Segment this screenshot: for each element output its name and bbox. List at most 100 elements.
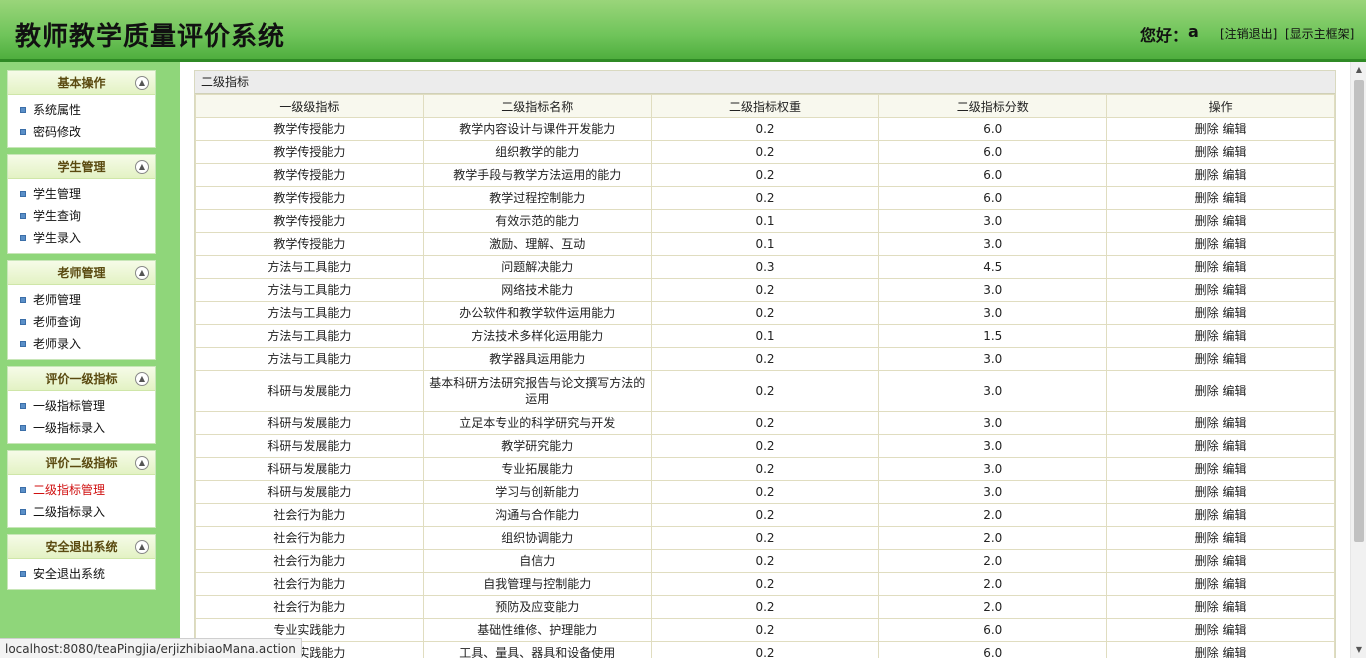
collapse-up-icon[interactable]: ▲ xyxy=(135,372,149,386)
delete-link[interactable]: 删除 xyxy=(1195,508,1219,522)
delete-link[interactable]: 删除 xyxy=(1195,260,1219,274)
edit-link[interactable]: 编辑 xyxy=(1223,485,1247,499)
cell-actions: 删除 编辑 xyxy=(1106,209,1335,233)
edit-link[interactable]: 编辑 xyxy=(1223,214,1247,228)
main-content: 二级指标 一级级指标 二级指标名称 二级指标权重 二级指标分数 操作 教学传授能… xyxy=(180,62,1350,658)
edit-link[interactable]: 编辑 xyxy=(1223,122,1247,136)
sidebar-item-teacher-manage[interactable]: 老师管理 xyxy=(8,289,155,311)
cell-score: 3.0 xyxy=(878,434,1108,458)
collapse-up-icon[interactable]: ▲ xyxy=(135,540,149,554)
edit-link[interactable]: 编辑 xyxy=(1223,577,1247,591)
delete-link[interactable]: 删除 xyxy=(1195,306,1219,320)
edit-link[interactable]: 编辑 xyxy=(1223,283,1247,297)
collapse-up-icon[interactable]: ▲ xyxy=(135,76,149,90)
sidebar-item-label: 二级指标管理 xyxy=(33,483,106,497)
edit-link[interactable]: 编辑 xyxy=(1223,168,1247,182)
edit-link[interactable]: 编辑 xyxy=(1223,462,1247,476)
sidebar-item-label: 学生录入 xyxy=(33,231,82,245)
panel-safe-exit: 安全退出系统 ▲ 安全退出系统 xyxy=(7,534,156,590)
delete-link[interactable]: 删除 xyxy=(1195,191,1219,205)
edit-link[interactable]: 编辑 xyxy=(1223,145,1247,159)
delete-link[interactable]: 删除 xyxy=(1195,485,1219,499)
panel-title: 评价一级指标 xyxy=(45,372,118,386)
sidebar-item-change-password[interactable]: 密码修改 xyxy=(8,121,155,143)
delete-link[interactable]: 删除 xyxy=(1195,214,1219,228)
edit-link[interactable]: 编辑 xyxy=(1223,237,1247,251)
sidebar-item-teacher-query[interactable]: 老师查询 xyxy=(8,311,155,333)
scrollbar-thumb[interactable] xyxy=(1354,80,1364,542)
delete-link[interactable]: 删除 xyxy=(1195,439,1219,453)
panel-header[interactable]: 基本操作 ▲ xyxy=(8,71,155,95)
edit-link[interactable]: 编辑 xyxy=(1223,508,1247,522)
sidebar-item-student-entry[interactable]: 学生录入 xyxy=(8,227,155,249)
edit-link[interactable]: 编辑 xyxy=(1223,306,1247,320)
panel-header[interactable]: 安全退出系统 ▲ xyxy=(8,535,155,559)
edit-link[interactable]: 编辑 xyxy=(1223,352,1247,366)
sidebar-item-level1-manage[interactable]: 一级指标管理 xyxy=(8,395,155,417)
column-header: 二级指标权重 xyxy=(650,94,880,118)
edit-link[interactable]: 编辑 xyxy=(1223,329,1247,343)
delete-link[interactable]: 删除 xyxy=(1195,416,1219,430)
delete-link[interactable]: 删除 xyxy=(1195,554,1219,568)
collapse-up-icon[interactable]: ▲ xyxy=(135,266,149,280)
delete-link[interactable]: 删除 xyxy=(1195,352,1219,366)
collapse-up-icon[interactable]: ▲ xyxy=(135,160,149,174)
panel-header[interactable]: 评价二级指标 ▲ xyxy=(8,451,155,475)
table-row: 社会行为能力 沟通与合作能力 0.2 2.0 删除 编辑 xyxy=(195,503,1335,527)
edit-link[interactable]: 编辑 xyxy=(1223,384,1247,398)
delete-link[interactable]: 删除 xyxy=(1195,646,1219,658)
edit-link[interactable]: 编辑 xyxy=(1223,416,1247,430)
edit-link[interactable]: 编辑 xyxy=(1223,439,1247,453)
cell-score: 3.0 xyxy=(878,411,1108,435)
delete-link[interactable]: 删除 xyxy=(1195,531,1219,545)
delete-link[interactable]: 删除 xyxy=(1195,122,1219,136)
delete-link[interactable]: 删除 xyxy=(1195,384,1219,398)
scroll-up-icon[interactable]: ▲ xyxy=(1351,62,1366,78)
edit-link[interactable]: 编辑 xyxy=(1223,600,1247,614)
delete-link[interactable]: 删除 xyxy=(1195,577,1219,591)
sidebar-item-system-properties[interactable]: 系统属性 xyxy=(8,99,155,121)
bullet-icon xyxy=(20,235,26,241)
edit-link[interactable]: 编辑 xyxy=(1223,623,1247,637)
sidebar-item-safe-exit[interactable]: 安全退出系统 xyxy=(8,563,155,585)
edit-link[interactable]: 编辑 xyxy=(1223,554,1247,568)
sidebar-item-student-query[interactable]: 学生查询 xyxy=(8,205,155,227)
collapse-up-icon[interactable]: ▲ xyxy=(135,456,149,470)
panel-header[interactable]: 评价一级指标 ▲ xyxy=(8,367,155,391)
sidebar-item-level2-manage[interactable]: 二级指标管理 xyxy=(8,479,155,501)
delete-link[interactable]: 删除 xyxy=(1195,168,1219,182)
delete-link[interactable]: 删除 xyxy=(1195,623,1219,637)
edit-link[interactable]: 编辑 xyxy=(1223,260,1247,274)
sidebar-item-level2-entry[interactable]: 二级指标录入 xyxy=(8,501,155,523)
edit-link[interactable]: 编辑 xyxy=(1223,191,1247,205)
sidebar-item-student-manage[interactable]: 学生管理 xyxy=(8,183,155,205)
panel-header[interactable]: 学生管理 ▲ xyxy=(8,155,155,179)
cell-weight: 0.2 xyxy=(650,480,880,504)
delete-link[interactable]: 删除 xyxy=(1195,145,1219,159)
delete-link[interactable]: 删除 xyxy=(1195,462,1219,476)
delete-link[interactable]: 删除 xyxy=(1195,329,1219,343)
panel-title: 评价二级指标 xyxy=(45,456,118,470)
cell-level2-name: 组织协调能力 xyxy=(422,526,652,550)
cell-level2-name: 组织教学的能力 xyxy=(422,140,652,164)
table-row: 方法与工具能力 教学器具运用能力 0.2 3.0 删除 编辑 xyxy=(195,347,1335,371)
sidebar-item-teacher-entry[interactable]: 老师录入 xyxy=(8,333,155,355)
table-row: 科研与发展能力 基本科研方法研究报告与论文撰写方法的运用 0.2 3.0 删除 编辑 xyxy=(195,370,1335,412)
show-main-frame-link[interactable]: [显示主框架] xyxy=(1285,25,1354,42)
vertical-scrollbar[interactable]: ▲ ▼ xyxy=(1350,62,1366,658)
logout-link[interactable]: [注销退出] xyxy=(1220,25,1277,42)
panel-title: 基本操作 xyxy=(57,76,106,90)
cell-level2-name: 基础性维修、护理能力 xyxy=(422,618,652,642)
scroll-down-icon[interactable]: ▼ xyxy=(1351,642,1366,658)
cell-actions: 删除 编辑 xyxy=(1106,572,1335,596)
delete-link[interactable]: 删除 xyxy=(1195,237,1219,251)
edit-link[interactable]: 编辑 xyxy=(1223,531,1247,545)
app-title: 教师教学质量评价系统 xyxy=(15,22,286,52)
panel-header[interactable]: 老师管理 ▲ xyxy=(8,261,155,285)
cell-level2-name: 办公软件和教学软件运用能力 xyxy=(422,301,652,325)
sidebar-item-level1-entry[interactable]: 一级指标录入 xyxy=(8,417,155,439)
edit-link[interactable]: 编辑 xyxy=(1223,646,1247,658)
delete-link[interactable]: 删除 xyxy=(1195,600,1219,614)
cell-level2-name: 教学过程控制能力 xyxy=(422,186,652,210)
delete-link[interactable]: 删除 xyxy=(1195,283,1219,297)
